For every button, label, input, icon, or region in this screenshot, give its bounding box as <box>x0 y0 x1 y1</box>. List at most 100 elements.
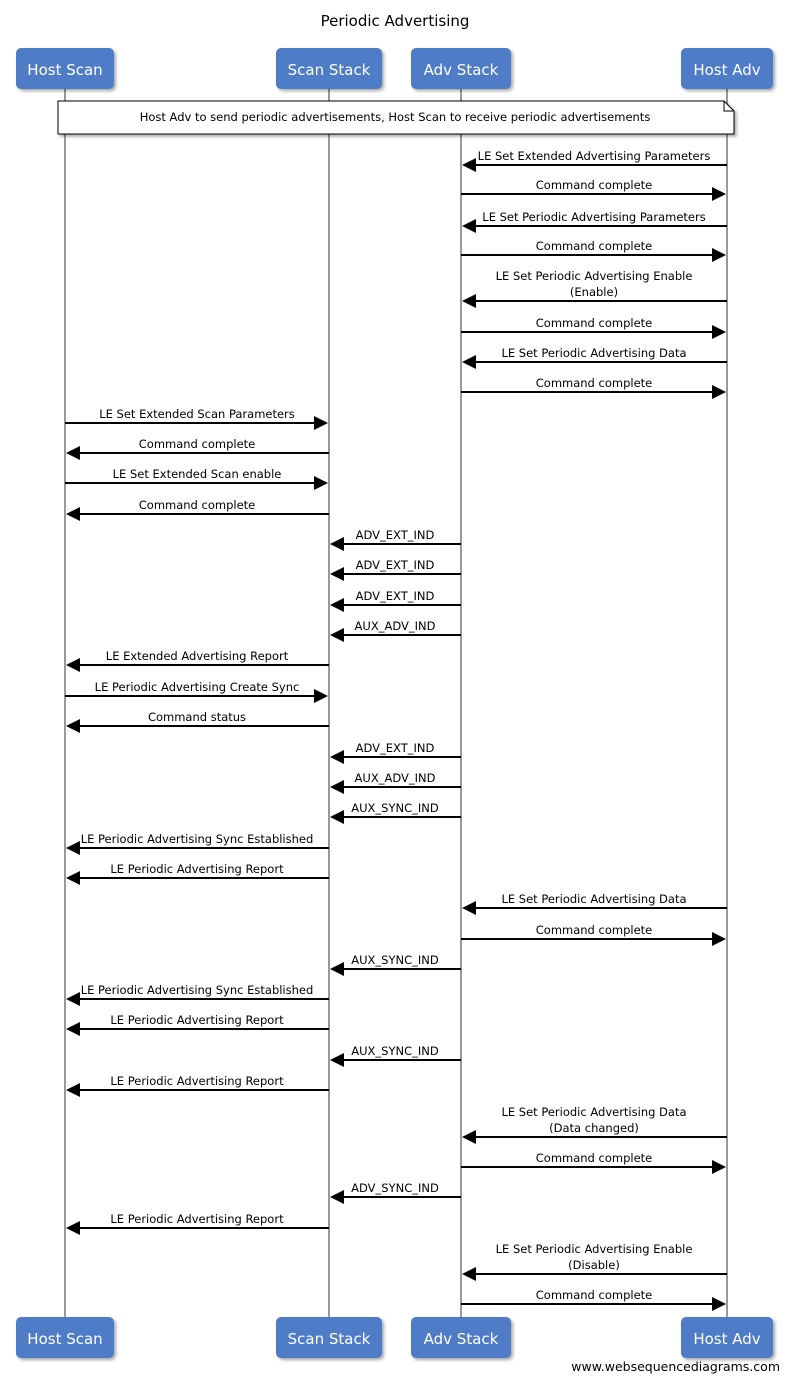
message: Command complete <box>461 923 726 946</box>
arrowhead-icon <box>712 248 726 262</box>
arrowhead-icon <box>712 325 726 339</box>
arrowhead-icon <box>314 416 328 430</box>
message-label: AUX_ADV_IND <box>355 619 436 633</box>
message: LE Periodic Advertising Sync Established <box>66 832 329 855</box>
actor-label: Host Scan <box>27 1330 102 1348</box>
arrowhead-icon <box>462 219 476 233</box>
arrowhead-icon <box>330 537 344 551</box>
arrowhead-icon <box>462 294 476 308</box>
message-label: ADV_EXT_IND <box>356 741 435 755</box>
arrowhead-icon <box>462 1267 476 1281</box>
arrowhead-icon <box>66 446 80 460</box>
message-label: LE Periodic Advertising Sync Established <box>81 832 314 846</box>
message: Command status <box>66 710 329 733</box>
actor-label: Host Adv <box>693 1330 760 1348</box>
message-label: Command complete <box>536 376 652 390</box>
arrowhead-icon <box>330 628 344 642</box>
arrowhead-icon <box>330 598 344 612</box>
message: Command complete <box>461 1151 726 1174</box>
diagram-title: Periodic Advertising <box>321 12 470 30</box>
arrowhead-icon <box>330 962 344 976</box>
message-label: Command complete <box>536 316 652 330</box>
actor-label: Adv Stack <box>424 61 499 79</box>
actor-label: Scan Stack <box>288 61 371 79</box>
message-label: LE Set Periodic Advertising Data <box>501 1105 686 1119</box>
arrowhead-icon <box>330 567 344 581</box>
message-label: Command complete <box>536 1151 652 1165</box>
message: LE Periodic Advertising Create Sync <box>65 680 328 703</box>
actors-bottom: Host Scan Scan Stack Adv Stack Host Adv <box>16 1317 773 1358</box>
arrowhead-icon <box>330 780 344 794</box>
arrowhead-icon <box>66 841 80 855</box>
arrowhead-icon <box>712 385 726 399</box>
actor-scan-stack-bottom: Scan Stack <box>276 1317 382 1358</box>
actor-label: Scan Stack <box>288 1330 371 1348</box>
message: LE Set Extended Scan Parameters <box>65 407 328 430</box>
actor-host-adv-top: Host Adv <box>681 48 773 89</box>
message: LE Set Periodic Advertising Parameters <box>462 210 727 233</box>
arrowhead-icon <box>66 1022 80 1036</box>
message-label: LE Periodic Advertising Report <box>110 862 284 876</box>
message-label: ADV_SYNC_IND <box>351 1181 439 1195</box>
arrowhead-icon <box>66 1221 80 1235</box>
sequence-diagram: Periodic Advertising Host Scan Scan Stack… <box>16 12 780 1374</box>
arrowhead-icon <box>330 1053 344 1067</box>
message-label: (Enable) <box>570 285 618 299</box>
message-label: LE Set Extended Scan Parameters <box>99 407 295 421</box>
message-label: LE Set Periodic Advertising Parameters <box>482 210 705 224</box>
message-label: AUX_ADV_IND <box>355 771 436 785</box>
message: AUX_ADV_IND <box>330 619 461 642</box>
message-label: LE Periodic Advertising Report <box>110 1013 284 1027</box>
message-label: (Data changed) <box>549 1121 639 1135</box>
message-label: (Disable) <box>568 1258 620 1272</box>
message-label: ADV_EXT_IND <box>356 558 435 572</box>
message: LE Set Periodic Advertising Enable (Enabl… <box>462 269 727 308</box>
message: LE Set Periodic Advertising Data <box>462 892 727 915</box>
message-label: Command complete <box>536 923 652 937</box>
message: ADV_EXT_IND <box>330 528 461 551</box>
message-label: Command status <box>148 710 246 724</box>
message-label: LE Set Periodic Advertising Enable <box>496 269 693 283</box>
message: LE Periodic Advertising Report <box>66 1013 329 1036</box>
arrowhead-icon <box>66 871 80 885</box>
message: LE Periodic Advertising Sync Established <box>66 983 329 1006</box>
message: LE Periodic Advertising Report <box>66 1074 329 1097</box>
arrowhead-icon <box>330 810 344 824</box>
message: Command complete <box>461 1288 726 1311</box>
message-label: Command complete <box>139 498 255 512</box>
message: AUX_SYNC_IND <box>330 953 461 976</box>
actor-label: Adv Stack <box>424 1330 499 1348</box>
message: LE Periodic Advertising Report <box>66 1212 329 1235</box>
message: LE Periodic Advertising Report <box>66 862 329 885</box>
message: AUX_ADV_IND <box>330 771 461 794</box>
message: ADV_SYNC_IND <box>330 1181 461 1204</box>
message-label: AUX_SYNC_IND <box>351 953 439 967</box>
arrowhead-icon <box>66 658 80 672</box>
arrowhead-icon <box>462 901 476 915</box>
arrowhead-icon <box>66 1083 80 1097</box>
arrowhead-icon <box>330 750 344 764</box>
message-label: LE Set Extended Advertising Parameters <box>478 149 711 163</box>
note: Host Adv to send periodic advertisements… <box>57 100 735 135</box>
watermark: www.websequencediagrams.com <box>571 1359 780 1374</box>
actors-top: Host Scan Scan Stack Adv Stack Host Adv <box>16 48 773 89</box>
actor-host-adv-bottom: Host Adv <box>681 1317 773 1358</box>
arrowhead-icon <box>314 689 328 703</box>
message: AUX_SYNC_IND <box>330 1044 461 1067</box>
arrowhead-icon <box>330 1190 344 1204</box>
arrowhead-icon <box>314 476 328 490</box>
arrowhead-icon <box>712 932 726 946</box>
message: LE Set Periodic Advertising Data (Data ch… <box>462 1105 727 1144</box>
message: Command complete <box>461 316 726 339</box>
message-label: ADV_EXT_IND <box>356 589 435 603</box>
message: Command complete <box>66 498 329 521</box>
message-label: AUX_SYNC_IND <box>351 1044 439 1058</box>
actor-host-scan-bottom: Host Scan <box>16 1317 114 1358</box>
message: LE Set Periodic Advertising Data <box>462 346 727 369</box>
actor-adv-stack-bottom: Adv Stack <box>411 1317 511 1358</box>
message-label: LE Periodic Advertising Report <box>110 1212 284 1226</box>
arrowhead-icon <box>462 158 476 172</box>
message: ADV_EXT_IND <box>330 741 461 764</box>
message: AUX_SYNC_IND <box>330 801 461 824</box>
message-label: Command complete <box>536 178 652 192</box>
